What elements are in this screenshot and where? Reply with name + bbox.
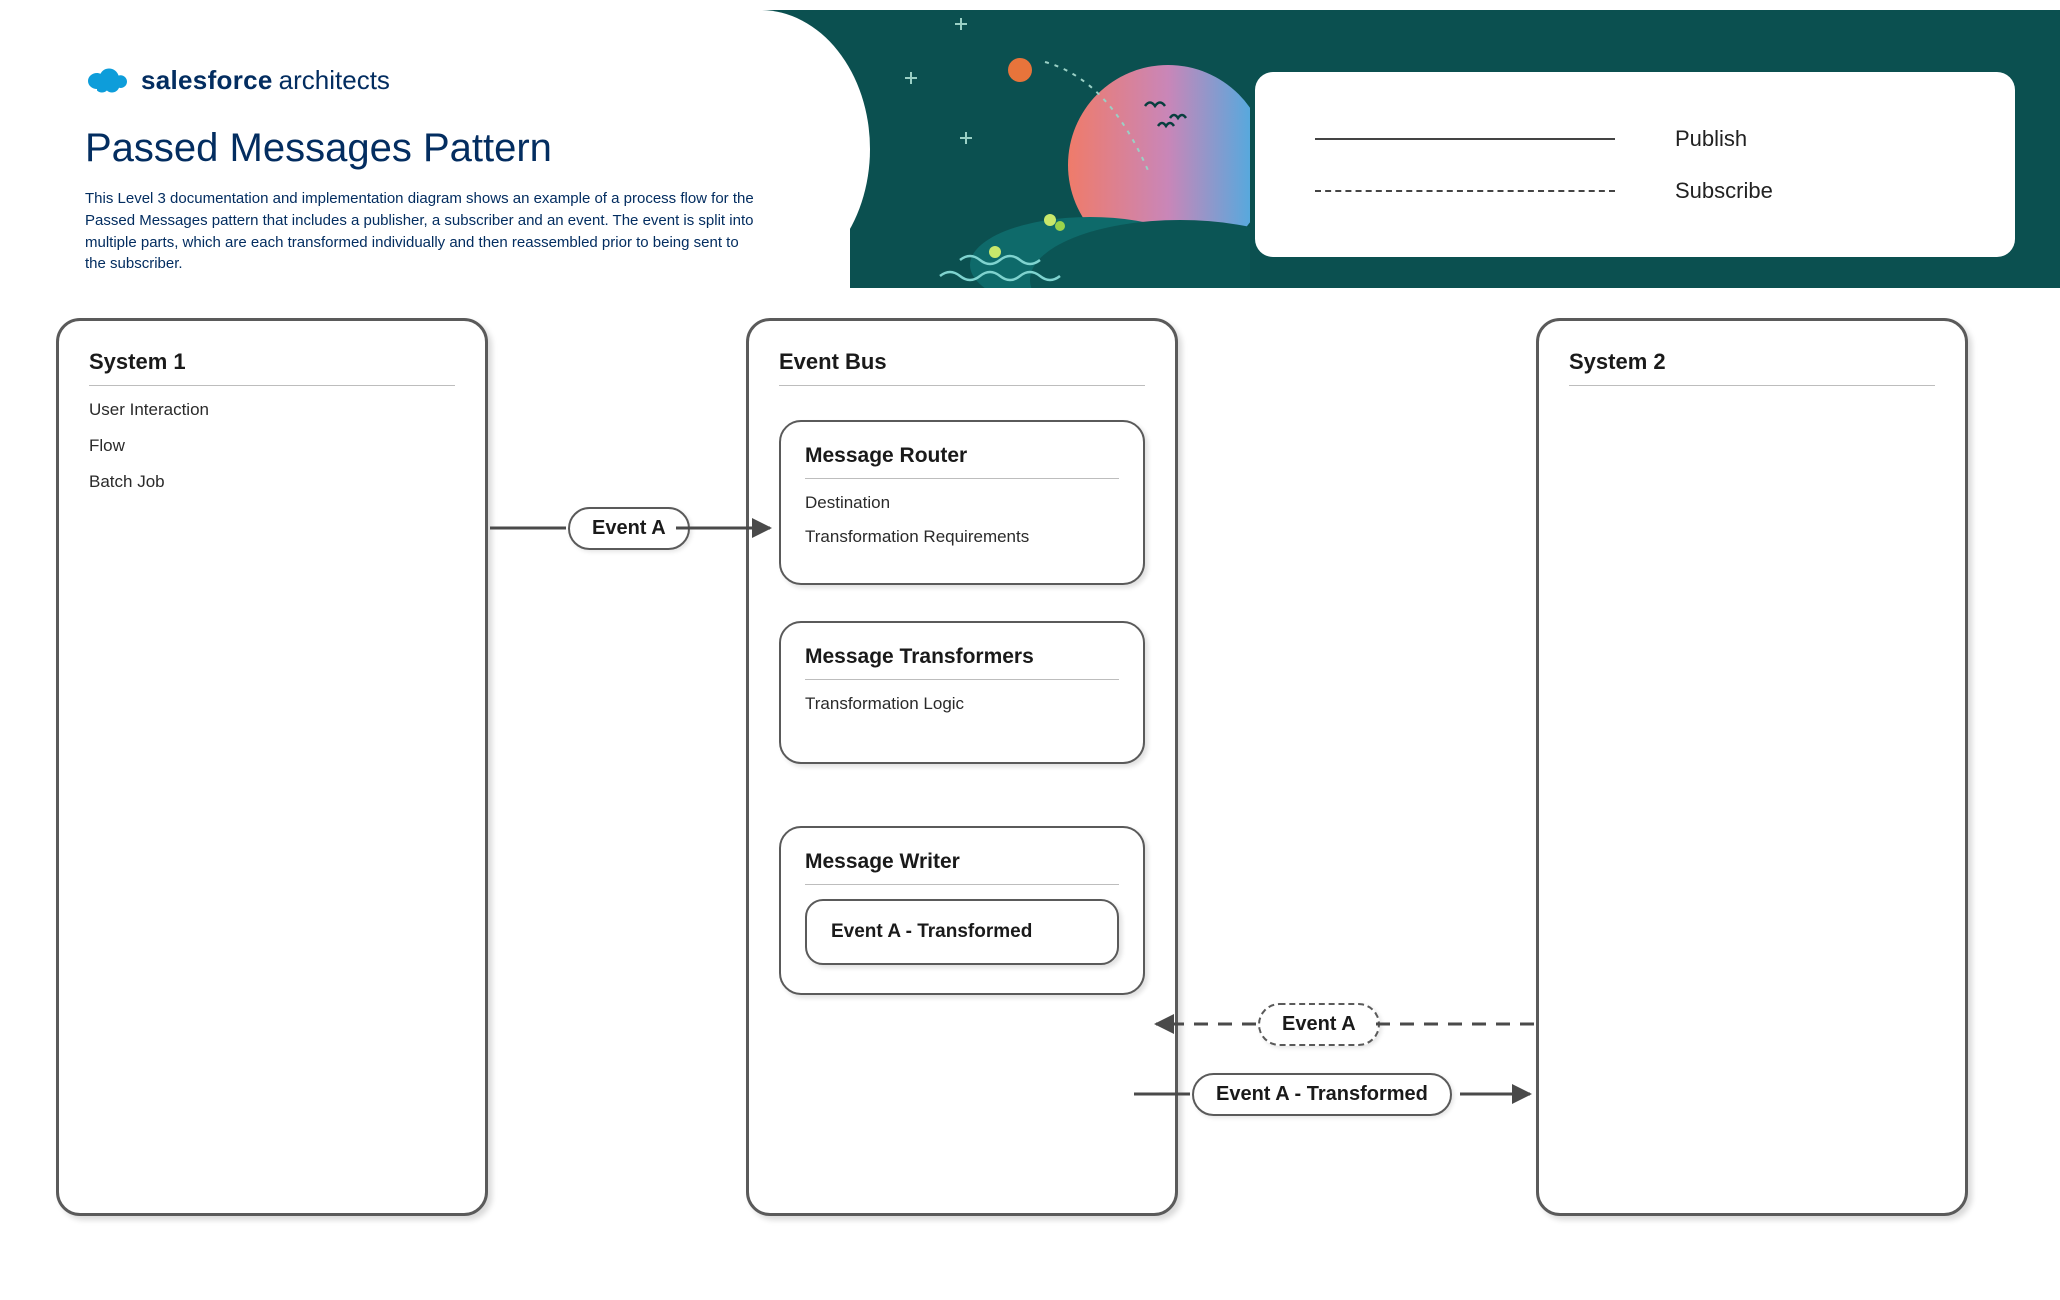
divider xyxy=(805,884,1119,885)
message-transformers-items: Transformation Logic xyxy=(805,694,1119,714)
node-system2: System 2 xyxy=(1536,318,1968,1216)
divider xyxy=(1569,385,1935,386)
salesforce-cloud-icon xyxy=(85,67,127,95)
pill-event-a: Event A xyxy=(568,507,690,550)
system1-title: System 1 xyxy=(89,349,455,375)
list-item: Destination xyxy=(805,493,1119,513)
pill-event-a-transformed: Event A - Transformed xyxy=(1192,1073,1452,1116)
brand-suffix: architects xyxy=(279,65,390,95)
brand-name: salesforce xyxy=(141,65,273,95)
node-message-router: Message Router Destination Transformatio… xyxy=(779,420,1145,585)
divider xyxy=(89,385,455,386)
header: salesforcearchitects Passed Messages Pat… xyxy=(0,10,2060,288)
divider xyxy=(805,478,1119,479)
legend: Publish Subscribe xyxy=(1255,72,2015,257)
node-event-a-transformed: Event A - Transformed xyxy=(805,899,1119,965)
event-a-transformed-label: Event A - Transformed xyxy=(831,921,1093,943)
message-writer-title: Message Writer xyxy=(805,850,1119,874)
pill-subscribe-event-a: Event A xyxy=(1258,1003,1380,1046)
brand: salesforcearchitects xyxy=(85,65,390,96)
page-description: This Level 3 documentation and implement… xyxy=(85,188,755,275)
legend-row-publish: Publish xyxy=(1315,126,1955,152)
list-item: Flow xyxy=(89,436,455,456)
node-message-writer: Message Writer Event A - Transformed xyxy=(779,826,1145,995)
list-item: Transformation Requirements xyxy=(805,527,1119,547)
header-illustration xyxy=(900,10,1250,288)
node-system1: System 1 User Interaction Flow Batch Job xyxy=(56,318,488,1216)
divider xyxy=(805,679,1119,680)
list-item: Transformation Logic xyxy=(805,694,1119,714)
legend-label-subscribe: Subscribe xyxy=(1675,178,1773,204)
message-transformers-title: Message Transformers xyxy=(805,645,1119,669)
legend-line-publish xyxy=(1315,138,1615,140)
list-item: User Interaction xyxy=(89,400,455,420)
node-message-transformers: Message Transformers Transformation Logi… xyxy=(779,621,1145,764)
legend-row-subscribe: Subscribe xyxy=(1315,178,1955,204)
message-router-items: Destination Transformation Requirements xyxy=(805,493,1119,547)
system2-title: System 2 xyxy=(1569,349,1935,375)
node-event-bus: Event Bus Message Router Destination Tra… xyxy=(746,318,1178,1216)
list-item: Batch Job xyxy=(89,472,455,492)
brand-wordmark: salesforcearchitects xyxy=(141,65,390,96)
page-title: Passed Messages Pattern xyxy=(85,126,552,171)
event-bus-title: Event Bus xyxy=(779,349,1145,375)
legend-line-subscribe xyxy=(1315,190,1615,192)
legend-label-publish: Publish xyxy=(1675,126,1747,152)
system1-items: User Interaction Flow Batch Job xyxy=(89,400,455,492)
message-router-title: Message Router xyxy=(805,444,1119,468)
divider xyxy=(779,385,1145,386)
